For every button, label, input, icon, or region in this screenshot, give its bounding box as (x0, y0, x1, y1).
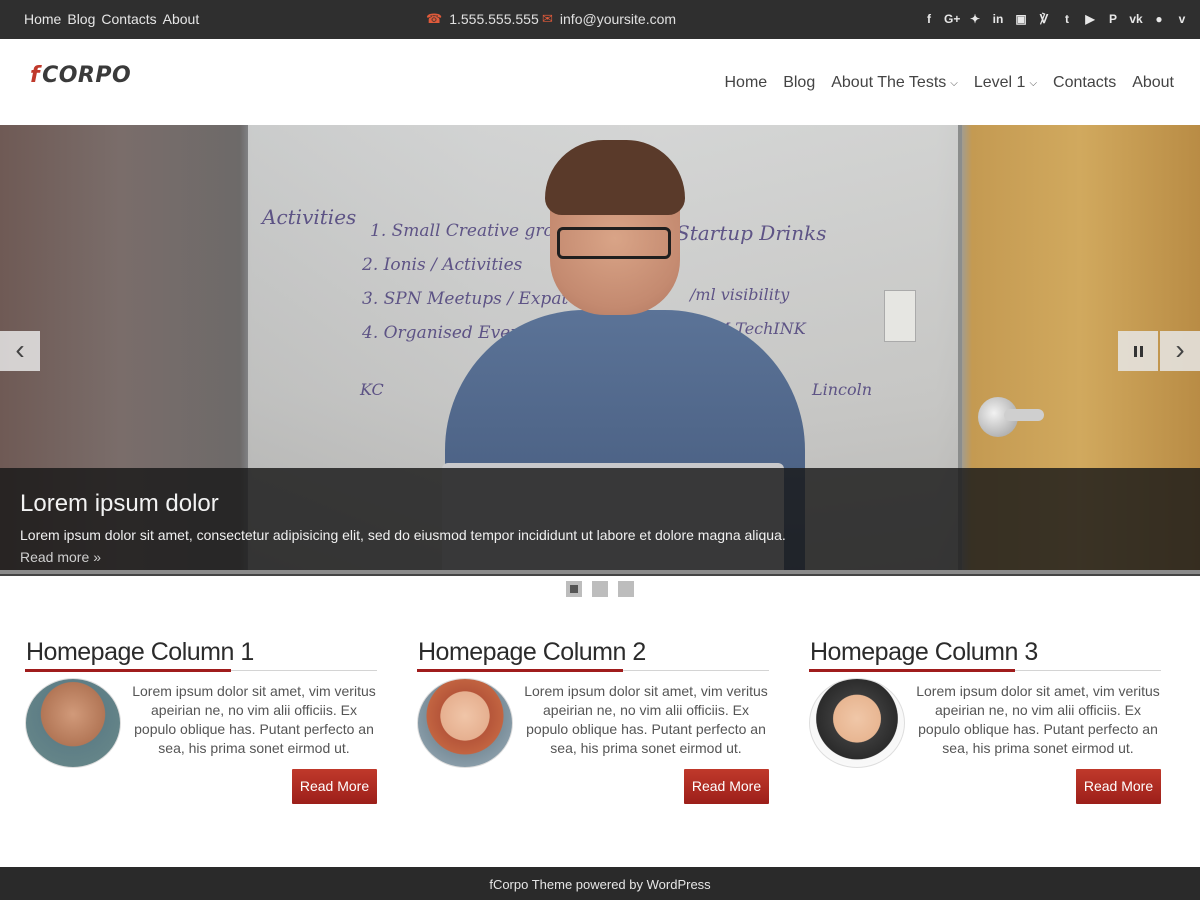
avatar (809, 678, 905, 768)
chevron-right-icon: › (1175, 334, 1185, 365)
top-bar: Home Blog Contacts About ☎ 1.555.555.555… (0, 0, 1200, 39)
person-hair (545, 140, 685, 215)
double-chevron-right-icon: » (93, 549, 102, 565)
main-nav-level-1-label: Level 1 (973, 74, 1026, 91)
main-nav-contacts[interactable]: Contacts (1053, 74, 1116, 92)
top-nav: Home Blog Contacts About (24, 11, 199, 27)
youtube-icon[interactable]: ▶ (1082, 11, 1098, 27)
vk-icon[interactable]: vk (1128, 11, 1144, 27)
main-nav-blog[interactable]: Blog (783, 74, 815, 92)
site-header: fCORPO Home Blog About The Tests ⌵ Level … (0, 39, 1200, 125)
twitter-icon[interactable]: ✦ (967, 11, 983, 27)
slider-bottom-border (0, 570, 1200, 576)
envelope-icon: ✉ (542, 11, 553, 26)
slide-text: Lorem ipsum dolor sit amet, consectetur … (20, 527, 786, 543)
read-more-button[interactable]: Read More (292, 769, 377, 804)
google-plus-icon[interactable]: G+ (944, 11, 960, 27)
site-logo[interactable]: fCORPO (30, 63, 131, 88)
footer-credit: fCorpo Theme powered by WordPress (489, 877, 711, 892)
pinterest-icon[interactable]: P (1105, 11, 1121, 27)
main-nav-level-1[interactable]: Level 1 ⌵ (974, 74, 1037, 92)
linkedin-icon[interactable]: in (990, 11, 1006, 27)
email-address[interactable]: info@yoursite.com (560, 11, 676, 27)
whiteboard-scribble: Lincoln (812, 380, 873, 399)
main-nav: Home Blog About The Tests ⌵ Level 1 ⌵ Cont… (725, 74, 1175, 92)
slider-pause-button[interactable] (1118, 331, 1158, 371)
phone-icon: ☎ (426, 11, 443, 26)
column-title: Homepage Column 1 (26, 638, 254, 666)
main-nav-home-label: Home (724, 74, 768, 91)
top-nav-contacts[interactable]: Contacts (101, 11, 156, 27)
light-switch-image (884, 290, 916, 342)
column-title: Homepage Column 2 (418, 638, 646, 666)
whiteboard-scribble: KC (360, 380, 384, 399)
main-nav-contacts-label: Contacts (1053, 74, 1117, 91)
main-nav-about-the-tests-label: About The Tests (831, 74, 947, 91)
phone-number: 1.555.555.555 (449, 11, 539, 27)
top-nav-blog[interactable]: Blog (67, 11, 95, 27)
avatar (25, 678, 121, 768)
top-nav-about[interactable]: About (163, 11, 200, 27)
main-nav-blog-label: Blog (783, 74, 816, 91)
social-icons: f G+ ✦ in ▣ ℣ t ▶ P vk ● v (921, 11, 1190, 27)
homepage-column-2: Homepage Column 2 Lorem ipsum dolor sit … (417, 636, 769, 806)
whiteboard-scribble: Activities (262, 205, 357, 229)
slider-pager (566, 581, 634, 597)
slider-pager-dot-3[interactable] (618, 581, 634, 597)
chevron-down-icon: ⌵ (1029, 77, 1038, 89)
instagram-icon[interactable]: ▣ (1013, 11, 1029, 27)
vine-icon[interactable]: v (1174, 11, 1190, 27)
homepage-column-1: Homepage Column 1 Lorem ipsum dolor sit … (25, 636, 377, 806)
slider-pager-dot-1[interactable] (566, 581, 582, 597)
top-nav-home[interactable]: Home (24, 11, 61, 27)
slider-pager-dot-2[interactable] (592, 581, 608, 597)
slide-title: Lorem ipsum dolor (20, 490, 219, 517)
column-title-accent (809, 669, 1015, 672)
slider-prev-button[interactable]: ‹ (0, 331, 40, 371)
slide-read-more-label: Read more (20, 549, 90, 565)
main-nav-about-the-tests[interactable]: About The Tests ⌵ (831, 74, 958, 92)
chevron-left-icon: ‹ (15, 334, 25, 365)
column-text: Lorem ipsum dolor sit amet, vim veritus … (132, 683, 376, 756)
main-nav-home[interactable]: Home (725, 74, 768, 92)
read-more-button[interactable]: Read More (684, 769, 769, 804)
email-contact[interactable]: ✉ info@yoursite.com (542, 11, 676, 27)
pause-icon (1139, 345, 1143, 357)
logo-text: CORPO (42, 63, 132, 88)
hero-slider: Activities 1. Small Creative group 2. Io… (0, 125, 1200, 575)
slide-caption: Lorem ipsum dolor Lorem ipsum dolor sit … (0, 468, 1200, 575)
phone-contact: ☎ 1.555.555.555 (426, 11, 539, 27)
tumblr-icon[interactable]: t (1059, 11, 1075, 27)
read-more-button[interactable]: Read More (1076, 769, 1161, 804)
main-nav-about[interactable]: About (1132, 74, 1174, 92)
person-glasses (557, 227, 671, 259)
rss-icon[interactable]: ℣ (1036, 11, 1052, 27)
column-title-accent (417, 669, 623, 672)
site-footer: fCorpo Theme powered by WordPress (0, 867, 1200, 900)
pause-icon (1133, 345, 1137, 357)
chevron-down-icon: ⌵ (950, 77, 958, 89)
slider-next-button[interactable]: › (1160, 331, 1200, 371)
avatar (417, 678, 513, 768)
slide-read-more-link[interactable]: Read more » (20, 549, 101, 565)
column-text: Lorem ipsum dolor sit amet, vim veritus … (916, 683, 1160, 756)
flickr-icon[interactable]: ● (1151, 11, 1167, 27)
homepage-column-3: Homepage Column 3 Lorem ipsum dolor sit … (809, 636, 1161, 806)
main-nav-about-label: About (1132, 74, 1174, 91)
door-handle-image (1004, 409, 1044, 421)
column-title: Homepage Column 3 (810, 638, 1038, 666)
logo-f: f (30, 63, 41, 88)
column-title-accent (25, 669, 231, 672)
facebook-icon[interactable]: f (921, 11, 937, 27)
column-text: Lorem ipsum dolor sit amet, vim veritus … (524, 683, 768, 756)
